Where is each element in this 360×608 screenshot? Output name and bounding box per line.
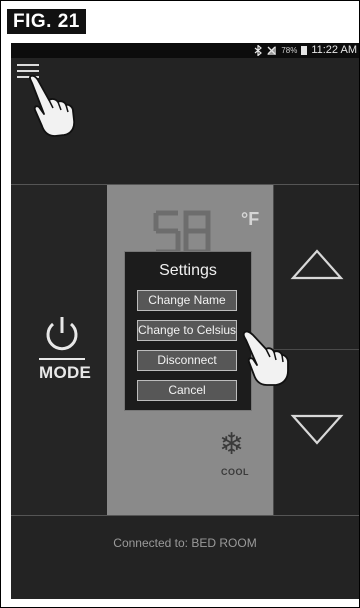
status-bar: 78% 11:22 AM [11, 43, 359, 58]
battery-icon [301, 46, 308, 55]
top-bar [11, 58, 359, 185]
arrow-up-icon[interactable] [290, 247, 344, 281]
power-mode-button[interactable]: MODE [39, 315, 91, 383]
mode-label: MODE [39, 358, 91, 383]
status-time: 11:22 AM [311, 44, 357, 56]
signal-off-icon [267, 46, 277, 55]
figure-frame: FIG. 21 78% 11:22 AM MODE °F ❄ COOL Conn… [0, 0, 360, 608]
change-to-celsius-button[interactable]: Change to Celsius [137, 320, 237, 341]
footer: Connected to: BED ROOM [11, 515, 359, 599]
pointing-hand-icon [29, 74, 76, 137]
status-icons: 78% 11:22 AM [254, 43, 357, 58]
bluetooth-icon [254, 45, 263, 56]
arrow-down-icon[interactable] [290, 413, 344, 447]
cool-mode-label: COOL [221, 467, 249, 477]
dialog-title: Settings [159, 262, 217, 279]
disconnect-button[interactable]: Disconnect [137, 350, 237, 371]
battery-percent: 78% [281, 46, 298, 55]
change-name-button[interactable]: Change Name [137, 290, 237, 311]
settings-dialog: Settings Change Name Change to Celsius D… [124, 251, 252, 411]
power-icon [46, 317, 78, 351]
connected-text: Connected to: BED ROOM [113, 536, 257, 550]
mode-panel[interactable]: MODE [11, 185, 108, 515]
unit-label: °F [241, 209, 260, 229]
phone-screen: 78% 11:22 AM MODE °F ❄ COOL Connected to… [11, 43, 359, 599]
cancel-button[interactable]: Cancel [137, 380, 237, 401]
pointing-hand-icon [242, 330, 289, 386]
figure-label: FIG. 21 [7, 9, 86, 34]
temperature-display [153, 210, 211, 255]
snowflake-icon: ❄ [219, 428, 245, 461]
